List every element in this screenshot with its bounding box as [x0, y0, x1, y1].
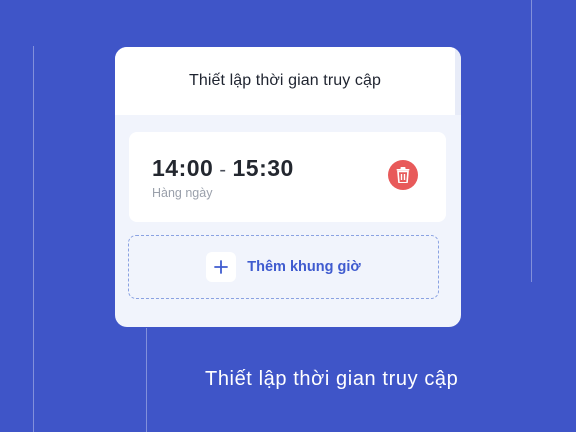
repeat-label: Hàng ngày — [152, 186, 213, 200]
dialog-header: Thiết lập thời gian truy cập — [115, 47, 455, 115]
access-time-dialog: Thiết lập thời gian truy cập 14:00-15:30… — [115, 47, 461, 327]
caption-text: Thiết lập thời gian truy cập — [205, 368, 459, 390]
plus-tile — [206, 252, 237, 282]
time-range: 14:00-15:30 — [152, 155, 294, 182]
trash-icon — [396, 167, 410, 183]
time-slot-card[interactable]: 14:00-15:30 Hàng ngày — [129, 132, 446, 222]
time-separator: - — [219, 159, 227, 181]
delete-time-slot-button[interactable] — [388, 160, 418, 190]
plus-icon — [214, 260, 229, 274]
decorative-line — [531, 0, 532, 282]
decorative-line — [146, 328, 147, 432]
add-time-slot-button[interactable]: Thêm khung giờ — [128, 235, 439, 299]
start-time: 14:00 — [152, 155, 214, 181]
end-time: 15:30 — [232, 155, 294, 181]
header-edge — [455, 47, 461, 115]
dialog-title: Thiết lập thời gian truy cập — [188, 72, 382, 89]
decorative-line — [33, 46, 34, 432]
add-time-slot-label: Thêm khung giờ — [247, 259, 361, 275]
